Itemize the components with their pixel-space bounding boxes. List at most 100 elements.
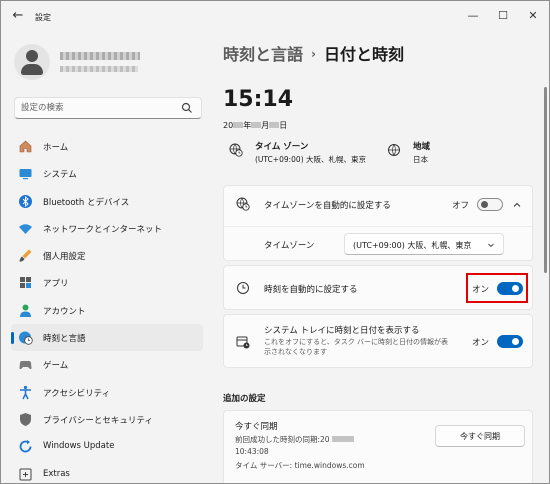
last-sync-line: 前回成功した時刻の同期:20 [235,434,354,445]
back-arrow-icon[interactable]: ← [9,7,27,25]
sync-now-button[interactable]: 今すぐ同期 [435,425,525,447]
tray-datetime-label: システム トレイに時刻と日付を表示する [264,326,420,336]
sidebar-item-label: アカウント [43,306,86,317]
date-redacted [251,122,262,128]
date-prefix: 20 [223,121,234,130]
sidebar-item-label: Extras [43,468,70,479]
timezone-label: タイム ゾーン [255,142,309,152]
shield-icon [20,412,31,426]
region-value: 日本 [413,155,428,164]
timezone-row-label: タイムゾーン [264,241,315,251]
sidebar-item-home[interactable]: ホーム [11,133,203,160]
sidebar-item-system[interactable]: システム [11,160,203,187]
timezone-value: (UTC+09:00) 大阪、札幌、東京 [255,155,367,164]
last-sync-label: 前回成功した時刻の同期:20 [235,435,330,444]
app-title: 設定 [35,13,51,22]
last-sync-date-redacted [331,436,354,442]
breadcrumb-parent[interactable]: 時刻と言語 [223,45,303,64]
extras-icon [19,468,32,481]
globe-clock-icon [236,197,250,211]
auto-timezone-card: タイムゾーンを自動的に設定する オフ タイムゾーン (UTC+09:00) 大阪… [223,185,533,261]
calendar-clock-icon [236,336,250,349]
clock-icon [237,282,249,294]
minimize-button[interactable]: — [460,7,486,25]
globe-icon [388,144,400,156]
current-time: 15:14 [223,87,294,112]
tray-datetime-toggle[interactable] [497,335,523,348]
sidebar-item-label: アプリ [43,279,69,290]
sidebar-item-accounts[interactable]: アカウント [11,297,203,324]
auto-timezone-label: タイムゾーンを自動的に設定する [264,201,391,211]
scrollbar[interactable] [544,87,547,273]
breadcrumb-separator: › [311,47,316,61]
globe-clock-icon [19,331,33,345]
chevron-down-icon [488,243,494,248]
sidebar-item-network[interactable]: ネットワークとインターネット [11,215,203,242]
auto-timezone-toggle[interactable] [477,198,503,211]
sidebar-item-label: プライバシーとセキュリティ [43,415,153,426]
sidebar-item-apps[interactable]: アプリ [11,269,203,296]
sidebar-item-label: システム [43,170,77,181]
avatar [14,44,50,80]
last-sync-time: 10:43:08 [235,447,269,456]
auto-time-label: 時刻を自動的に設定する [264,285,358,295]
time-server: タイム サーバー: time.windows.com [235,461,365,470]
sync-now-card: 今すぐ同期 前回成功した時刻の同期:20 10:43:08 タイム サーバー: … [223,410,533,483]
sidebar-item-label: ホーム [43,143,69,153]
timezone-row: タイムゾーン (UTC+09:00) 大阪、札幌、東京 [224,227,532,261]
sync-now-title: 今すぐ同期 [235,422,278,432]
close-button[interactable]: ✕ [520,7,546,25]
sidebar-item-privacy[interactable]: プライバシーとセキュリティ [11,406,203,433]
auto-timezone-state: オフ [452,201,470,211]
highlight-box [466,273,528,303]
sidebar-item-label: ネットワークとインターネット [43,224,163,235]
tray-datetime-description: これをオフにすると、タスク バーに時刻と日付の情報が表示されなくなります [264,338,449,356]
sidebar-item-gaming[interactable]: ゲーム [11,351,203,378]
toggle-knob [512,338,519,345]
settings-search[interactable] [14,97,202,119]
sidebar-item-label: 個人用設定 [43,252,86,263]
sidebar-nav: ホーム システム Bluetooth とデバイス ネットワークとインターネット … [11,133,203,483]
gamepad-icon [19,361,32,370]
date-year-suffix: 年 [243,121,252,130]
sidebar-item-personalization[interactable]: 個人用設定 [11,242,203,269]
sidebar-item-extras[interactable]: Extras [11,461,203,483]
sidebar-item-label: ゲーム [43,361,69,372]
accessibility-icon [20,385,31,400]
timezone-select-value: (UTC+09:00) 大阪、札幌、東京 [353,241,472,250]
avatar-body [21,64,43,75]
sidebar-item-label: Bluetooth とデバイス [43,197,130,208]
breadcrumb: 時刻と言語 › 日付と時刻 [223,41,404,65]
tray-datetime-state: オン [472,338,490,348]
additional-settings-heading: 追加の設定 [223,394,266,404]
title-bar: ← 設定 — ☐ ✕ [1,1,549,33]
sidebar-item-label: Windows Update [43,441,115,452]
maximize-button[interactable]: ☐ [490,7,516,25]
region-label: 地域 [413,142,431,152]
globe-clock-icon [229,143,243,157]
sidebar-item-accessibility[interactable]: アクセシビリティ [11,379,203,406]
search-icon [181,102,192,113]
tray-datetime-card: システム トレイに時刻と日付を表示する これをオフにすると、タスク バーに時刻と… [223,314,533,368]
date-redacted [269,122,280,128]
date-redacted [233,122,244,128]
user-email-redacted [60,66,138,72]
search-input[interactable] [21,101,181,115]
chevron-up-icon[interactable] [512,200,522,210]
date-day-suffix: 日 [279,121,288,130]
user-name-redacted [60,52,140,60]
bluetooth-icon [19,194,32,208]
sidebar-item-windows-update[interactable]: Windows Update [11,433,203,460]
selection-indicator [11,332,14,345]
date-month-suffix: 月 [261,121,270,130]
sidebar-item-time-language[interactable]: 時刻と言語 [11,324,203,352]
brush-icon [19,249,32,262]
home-icon [19,140,32,153]
current-date: 20 年月日 [223,120,287,131]
avatar-head [26,50,38,62]
timezone-select[interactable]: (UTC+09:00) 大阪、札幌、東京 [344,233,504,255]
sidebar-item-bluetooth[interactable]: Bluetooth とデバイス [11,188,203,215]
monitor-icon [19,169,32,180]
sidebar-item-label: 時刻と言語 [43,334,86,345]
wifi-icon [19,224,32,234]
